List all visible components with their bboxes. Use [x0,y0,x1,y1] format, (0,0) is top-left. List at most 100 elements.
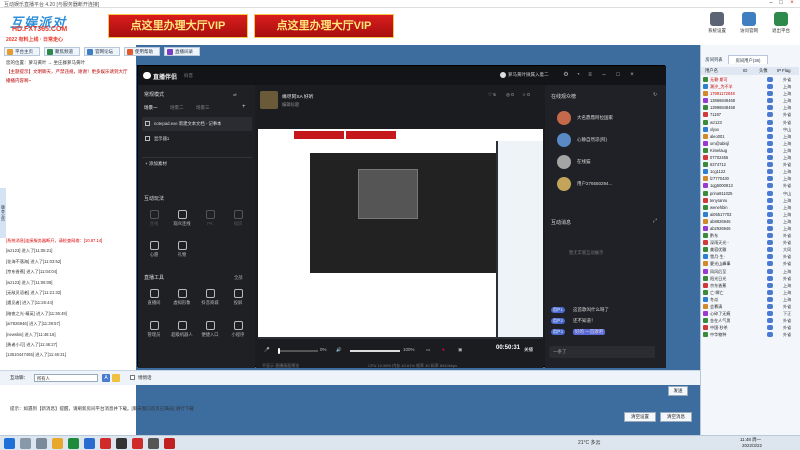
user-row[interactable]: wz123 外省 [701,119,799,126]
user-row[interactable]: Kimelaug 上海 [701,147,799,154]
tab-room-users[interactable]: 房间用户(36) [728,55,768,64]
user-row[interactable]: ai05517703 上海 [701,211,799,218]
user-row[interactable]: 13996848458 上海 [701,104,799,111]
tool-admin-button[interactable]: 管理员 [142,321,166,338]
vip-ad-banner-2[interactable]: 点这里办理大厅VIP [254,14,394,38]
viewer-item[interactable]: 在线猫 [549,151,662,173]
user-row[interactable]: 07702455 上海 [701,154,799,161]
message-user-badge[interactable]: 用户2 [551,318,565,324]
tool-avatar-button[interactable]: 虚拟形象 [170,289,194,306]
maximize-icon[interactable]: □ [614,71,622,79]
live-preview[interactable] [258,129,543,339]
viewer-item[interactable]: 用户276550294... [549,173,662,195]
user-row[interactable]: ab8826946 上海 [701,218,799,225]
message-user-badge[interactable]: 用户1 [551,307,565,313]
source-item-notepad[interactable]: notepad.exe 新建文本文档 - 记事本 [142,117,252,131]
message-user-badge[interactable]: 用户3 [551,329,565,335]
tab-channels[interactable]: 聚焦频道 [44,47,80,56]
tab-forum[interactable]: 官网论坛 [84,47,120,56]
audience-connect-button[interactable]: 观众连线 [170,210,194,227]
tools-more-link[interactable]: 全部 [234,275,243,281]
user-row[interactable]: om@abisjl 上海 [701,140,799,147]
tab-home[interactable]: 平台主页 [4,47,40,56]
emoji-icon[interactable] [112,374,120,382]
user-row[interactable]: xlyxx 中山 [701,126,799,133]
version-notice-tab[interactable]: 版本公告 [0,188,6,238]
user-row[interactable]: 阳光日光 外省 [701,275,799,282]
tool-robot-button[interactable]: 超级机器人 [170,321,194,338]
user-row[interactable]: aleo001 上海 [701,133,799,140]
tool-shop-button[interactable]: 抖音商城 [198,289,222,306]
camera-icon[interactable]: ▭ [426,347,430,353]
user-row[interactable]: lz7770430 上海 [701,175,799,182]
user-row[interactable]: ab2926946 上海 [701,225,799,232]
reply-input[interactable]: 一条了 [549,346,655,358]
mic-volume-slider[interactable] [278,348,318,354]
viewer-item[interactable]: 心静自然凉(阿) [549,129,662,151]
scene-tab-1[interactable]: 场景一 [144,105,158,111]
browser-icon[interactable] [68,438,79,449]
user-row[interactable]: 1qg5000913 外省 [701,182,799,189]
scene-tab-2[interactable]: 场景二 [170,105,184,111]
menu-icon[interactable]: ≡ [586,71,594,79]
viewer-item[interactable]: 大名鼎鼎阿拉国家 [549,107,662,129]
user-row[interactable]: 夏光山峰事 外省 [701,260,799,267]
collapse-icon[interactable]: ⇄ [233,92,237,98]
exit-platform-button[interactable]: 退出平台 [768,12,794,34]
wish-button[interactable]: 心愿 [142,241,166,258]
app2-icon[interactable] [132,438,143,449]
record-icon[interactable]: ● [442,347,445,352]
tab-help[interactable]: 使用帮助 [124,47,160,56]
tool-room-button[interactable]: 直播间 [142,289,166,306]
user-row[interactable]: 潮汐_为不羊 上海 [701,83,799,90]
user-row[interactable]: 美容优雅 大同 [701,246,799,253]
user-row[interactable]: 深雨天光·· 外省 [701,239,799,246]
close-icon[interactable]: × [628,71,636,79]
tool-miniapp-button[interactable]: 小程序 [226,321,250,338]
user-row[interactable]: 京东香蕉 上海 [701,282,799,289]
tool-cast-button[interactable]: 投屏 [226,289,250,306]
source-item-display[interactable]: 显示器1 [142,133,252,145]
gift-button[interactable]: 礼物 [170,241,194,258]
add-scene-icon[interactable]: + [242,104,246,110]
clock-date[interactable]: 2022/3/22 [742,443,762,448]
minimize-icon[interactable]: – [600,71,608,79]
scene-tab-3[interactable]: 场景三 [196,105,210,111]
screenshot-icon[interactable]: ▣ [458,347,462,353]
user-row[interactable]: 冬瓜 上海 [701,296,799,303]
clear-settings-button[interactable]: 清空设置 [624,412,656,422]
stream-title[interactable]: 缘尽阿SA 好听 [282,93,313,100]
connect-button[interactable]: 连线 [142,210,166,227]
user-row[interactable]: prina911025 中山 [701,190,799,197]
visit-website-button[interactable]: 访问官网 [736,12,762,34]
mic-icon[interactable]: 🎤 [264,347,270,353]
obs-icon[interactable] [116,438,127,449]
start-icon[interactable] [4,438,15,449]
tool-shortcut-button[interactable]: 便捷入口 [198,321,222,338]
user-row[interactable]: 无赖·斯可 外省 [701,76,799,83]
system-settings-button[interactable]: 系统设置 [704,12,730,34]
stream-cover-image[interactable] [260,91,278,109]
avatar[interactable] [500,72,506,78]
speaker-volume-slider[interactable] [350,350,400,352]
user-row[interactable]: 亡·瞬亡 上海 [701,289,799,296]
close-icon[interactable]: × [787,0,797,6]
clear-messages-button[interactable]: 清空消息 [660,412,692,422]
add-source-button[interactable]: + 添加素材 [142,157,252,169]
obs-username[interactable]: 萝马黄叶微属入着二 [508,72,549,78]
user-row[interactable]: 黔东 外省 [701,232,799,239]
user-row[interactable]: 中国·秒杀 外省 [701,324,799,331]
user-row[interactable]: wenehbin 上海 [701,204,799,211]
edge-icon[interactable] [84,438,95,449]
send-button[interactable]: 发送 [668,386,688,396]
tab-room-list[interactable]: 房间列表 [700,55,728,64]
app4-icon[interactable] [164,438,175,449]
search-icon[interactable] [20,438,31,449]
bell-icon[interactable]: ◔ [574,71,582,79]
speaker-icon[interactable]: 🔊 [336,347,342,353]
user-row[interactable]: 会慕清 外省 [701,303,799,310]
app3-icon[interactable] [148,438,159,449]
whisper-checkbox[interactable] [130,375,135,380]
gear-icon[interactable]: ⚙ [562,71,570,79]
user-row[interactable]: 6374712 外省 [701,161,799,168]
